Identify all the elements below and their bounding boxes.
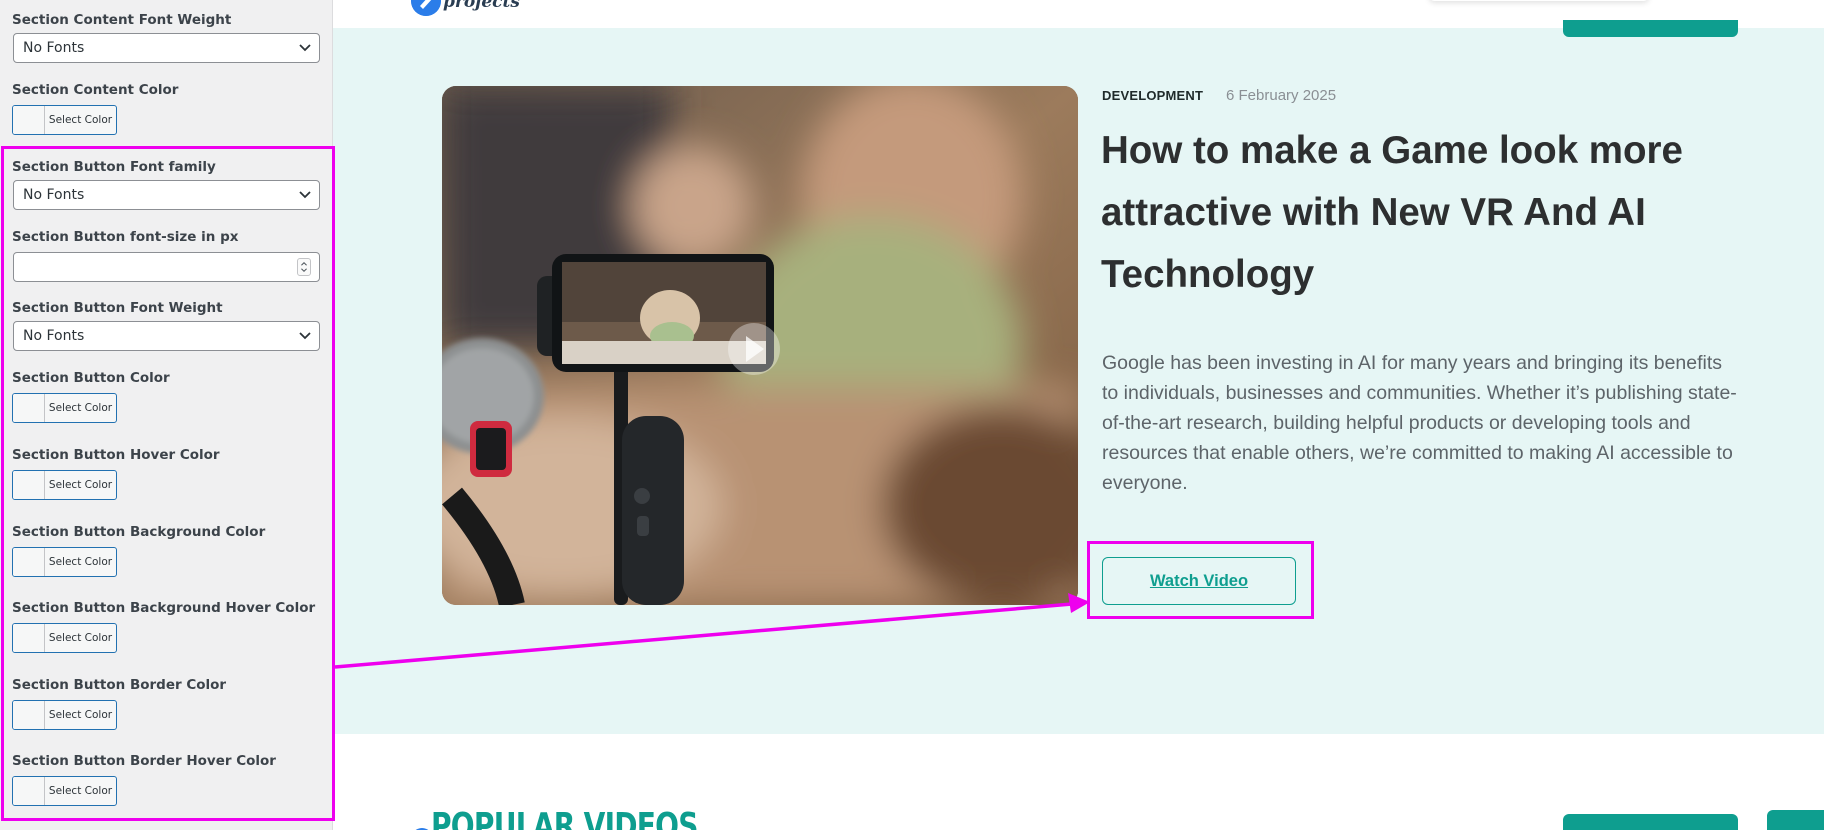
select-value: No Fonts — [23, 187, 85, 203]
header-search-box[interactable] — [1429, 0, 1649, 1]
select-color-label: Select Color — [48, 632, 113, 644]
field-label: Section Content Font Weight — [12, 12, 232, 28]
field-label: Section Button Background Color — [12, 524, 266, 540]
button-hover-color-field: Section Button Hover Color Select Color — [12, 446, 321, 500]
post-excerpt: Google has been investing in AI for many… — [1102, 352, 1737, 494]
select-color-label: Select Color — [48, 114, 113, 126]
select-color-label: Select Color — [48, 479, 113, 491]
select-value: No Fonts — [23, 40, 85, 56]
button-font-family-select[interactable]: No Fonts — [13, 180, 320, 210]
button-hover-color-button[interactable]: Select Color — [12, 470, 117, 500]
button-background-color-field: Section Button Background Color Select C… — [12, 523, 321, 577]
content-font-weight-field: Section Content Font Weight No Fonts — [12, 11, 321, 63]
video-thumbnail-image — [442, 86, 1078, 605]
button-border-hover-color-field: Section Button Border Hover Color Select… — [12, 752, 321, 806]
field-label: Section Button font-size in px — [12, 229, 239, 245]
post-category[interactable]: DEVELOPMENT — [1102, 88, 1203, 103]
content-color-button[interactable]: Select Color — [12, 105, 117, 135]
video-thumbnail[interactable] — [442, 86, 1078, 605]
watch-video-button[interactable]: Watch Video — [1102, 557, 1296, 605]
color-swatch — [13, 106, 45, 134]
chevron-down-icon — [299, 191, 311, 199]
logo-text: projects — [443, 0, 520, 12]
chevron-down-icon — [299, 332, 311, 340]
next-button[interactable] — [1767, 810, 1824, 830]
site-preview: projects DEVELOPMENT 6 February 2025 How… — [333, 0, 1824, 830]
post-date: 6 February 2025 — [1226, 87, 1337, 104]
color-swatch — [13, 394, 45, 422]
field-label: Section Button Font family — [12, 159, 216, 175]
button-font-family-field: Section Button Font family No Fonts — [12, 158, 321, 210]
field-label: Section Content Color — [12, 82, 179, 98]
select-color-label: Select Color — [48, 402, 113, 414]
button-color-field: Section Button Color Select Color — [12, 369, 321, 423]
post-title[interactable]: How to make a Game look more attractive … — [1101, 120, 1761, 306]
button-font-size-input[interactable] — [13, 252, 320, 282]
field-label: Section Button Color — [12, 370, 170, 386]
button-border-color-field: Section Button Border Color Select Color — [12, 676, 321, 730]
field-label: Section Button Font Weight — [12, 300, 223, 316]
logo-icon — [411, 0, 441, 16]
view-all-button[interactable] — [1563, 814, 1738, 830]
button-background-hover-color-field: Section Button Background Hover Color Se… — [12, 599, 321, 653]
color-swatch — [13, 624, 45, 652]
color-swatch — [13, 701, 45, 729]
popular-heading-text: POPULAR VIDEOS — [431, 806, 698, 830]
color-swatch — [13, 471, 45, 499]
button-background-hover-color-button[interactable]: Select Color — [12, 623, 117, 653]
content-font-weight-select[interactable]: No Fonts — [13, 33, 320, 63]
select-color-label: Select Color — [48, 709, 113, 721]
button-border-color-button[interactable]: Select Color — [12, 700, 117, 730]
button-background-color-button[interactable]: Select Color — [12, 547, 117, 577]
field-label: Section Button Border Color — [12, 677, 227, 693]
button-font-weight-field: Section Button Font Weight No Fonts — [12, 299, 321, 351]
featured-video-section: DEVELOPMENT 6 February 2025 How to make … — [333, 20, 1824, 734]
button-border-hover-color-button[interactable]: Select Color — [12, 776, 117, 806]
button-font-size-field: Section Button font-size in px — [12, 228, 321, 282]
number-spinner-icon[interactable] — [297, 258, 311, 276]
customizer-sidebar: Section Content Font Weight No Fonts Sec… — [0, 0, 333, 830]
button-font-weight-select[interactable]: No Fonts — [13, 321, 320, 351]
chevron-down-icon — [299, 44, 311, 52]
select-color-label: Select Color — [48, 785, 113, 797]
field-label: Section Button Border Hover Color — [12, 753, 276, 769]
header-cta-button[interactable] — [1563, 20, 1738, 37]
field-label: Section Button Hover Color — [12, 447, 220, 463]
field-label: Section Button Background Hover Color — [12, 600, 316, 616]
color-swatch — [13, 548, 45, 576]
content-color-field: Section Content Color Select Color — [12, 81, 321, 135]
select-color-label: Select Color — [48, 556, 113, 568]
button-color-button[interactable]: Select Color — [12, 393, 117, 423]
select-value: No Fonts — [23, 328, 85, 344]
color-swatch — [13, 777, 45, 805]
